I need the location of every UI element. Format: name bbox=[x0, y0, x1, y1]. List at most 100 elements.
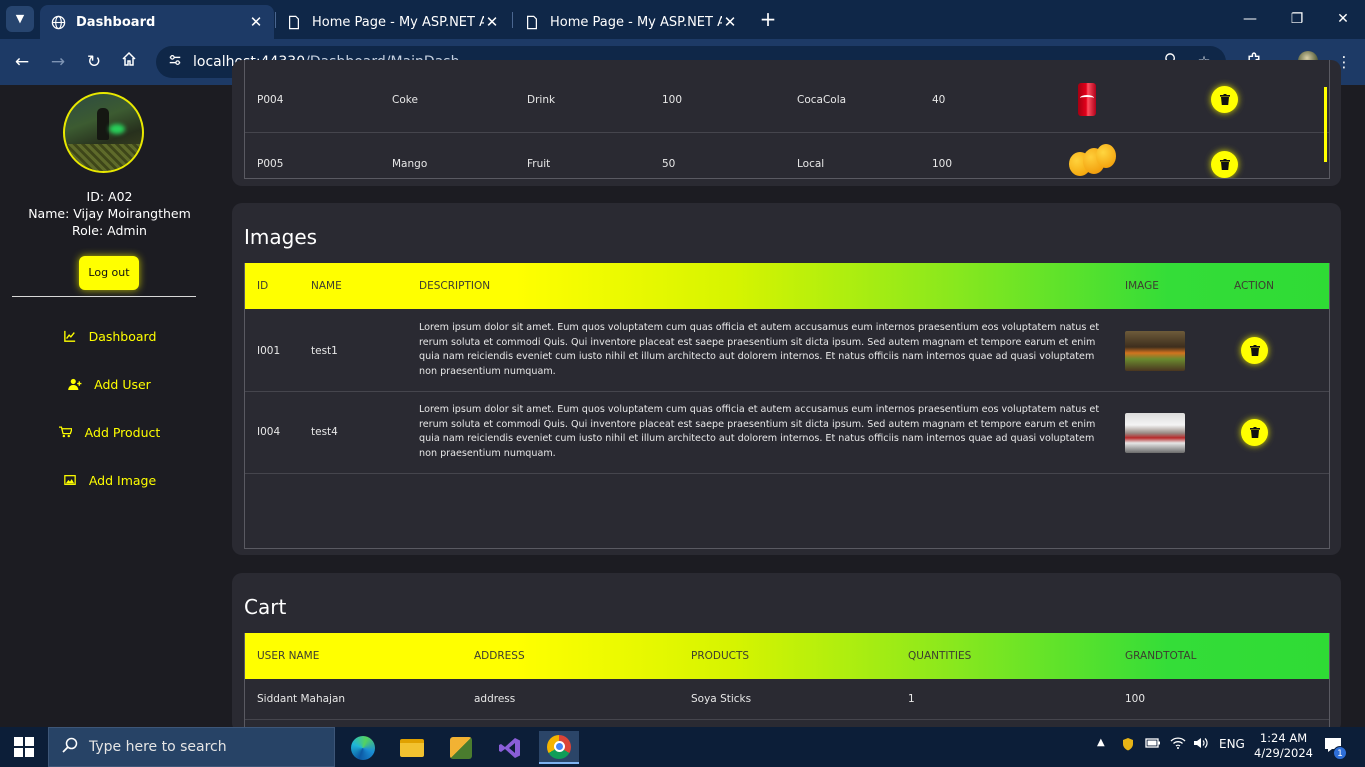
close-tab-icon[interactable]: ✕ bbox=[248, 13, 264, 31]
tab-dashboard[interactable]: Dashboard ✕ bbox=[40, 5, 274, 39]
trash-icon bbox=[1249, 345, 1260, 356]
language-indicator[interactable]: ENG bbox=[1219, 737, 1245, 751]
product-stock: 100 bbox=[932, 158, 953, 170]
chart-icon bbox=[63, 329, 77, 343]
product-brand: CocaCola bbox=[797, 94, 847, 106]
delete-product-button[interactable] bbox=[1211, 151, 1238, 178]
image-description: Lorem ipsum dolor sit amet. Eum quos vol… bbox=[419, 404, 1100, 459]
sidebar-item-add-user[interactable]: Add User bbox=[0, 372, 219, 396]
close-tab-icon[interactable]: ✕ bbox=[722, 13, 738, 31]
sidebar: ID: A02 Name: Vijay Moirangthem Role: Ad… bbox=[0, 85, 219, 727]
sidebar-item-add-product[interactable]: Add Product bbox=[0, 420, 219, 444]
browser-tab-strip: ▼ Dashboard ✕ Home Page - My ASP.NET App… bbox=[0, 0, 1365, 39]
cart-table: USER NAME ADDRESS PRODUCTS QUANTITIES GR… bbox=[244, 633, 1330, 733]
edge-app-icon[interactable] bbox=[343, 731, 383, 764]
user-role: Role: Admin bbox=[72, 223, 147, 238]
sidebar-divider bbox=[12, 296, 196, 297]
tab-title: Dashboard bbox=[76, 14, 156, 30]
cart-plus-icon bbox=[59, 425, 73, 439]
table-header: ID NAME DESCRIPTION IMAGE ACTION bbox=[245, 263, 1329, 309]
sidebar-item-label: Add User bbox=[94, 376, 151, 392]
col-products: PRODUCTS bbox=[691, 650, 750, 662]
mango-image bbox=[1069, 144, 1119, 178]
product-id: P004 bbox=[257, 94, 284, 106]
trash-icon bbox=[1249, 427, 1260, 438]
tab-search-button[interactable]: ▼ bbox=[6, 6, 34, 32]
col-image: IMAGE bbox=[1125, 280, 1159, 292]
window-close-icon[interactable]: ✕ bbox=[1331, 8, 1355, 30]
table-header: USER NAME ADDRESS PRODUCTS QUANTITIES GR… bbox=[245, 633, 1329, 679]
cart-address: address bbox=[474, 693, 516, 705]
product-id: P005 bbox=[257, 158, 284, 170]
home-icon[interactable] bbox=[118, 51, 140, 73]
table-scrollbar[interactable] bbox=[1324, 87, 1327, 162]
search-placeholder: Type here to search bbox=[89, 739, 227, 755]
visual-studio-icon[interactable] bbox=[490, 731, 530, 764]
product-category: Drink bbox=[527, 94, 556, 106]
sidebar-item-dashboard[interactable]: Dashboard bbox=[0, 324, 219, 348]
product-brand: Local bbox=[797, 158, 825, 170]
file-explorer-icon[interactable] bbox=[392, 731, 432, 764]
cart-quantities: 1 bbox=[908, 693, 915, 705]
image-icon bbox=[63, 473, 77, 487]
sidebar-item-add-image[interactable]: Add Image bbox=[0, 468, 219, 492]
security-icon[interactable] bbox=[1121, 737, 1135, 754]
delete-product-button[interactable] bbox=[1211, 86, 1238, 113]
col-description: DESCRIPTION bbox=[419, 280, 491, 292]
new-tab-button[interactable]: + bbox=[757, 8, 779, 30]
cart-grandtotal: 100 bbox=[1125, 693, 1146, 705]
col-action: ACTION bbox=[1234, 280, 1274, 292]
delete-image-button[interactable] bbox=[1241, 419, 1268, 446]
forward-arrow-icon[interactable]: → bbox=[47, 51, 69, 73]
tools-app-icon[interactable] bbox=[441, 731, 481, 764]
product-price: 50 bbox=[662, 158, 676, 170]
image-id: I004 bbox=[257, 426, 281, 438]
user-plus-icon bbox=[68, 377, 82, 391]
col-id: ID bbox=[257, 280, 269, 292]
products-table: P004 Coke Drink 100 CocaCola 40 P005 Man… bbox=[244, 60, 1330, 179]
minimize-icon[interactable]: — bbox=[1238, 8, 1262, 30]
col-address: ADDRESS bbox=[474, 650, 525, 662]
table-row: I004 test4 Lorem ipsum dolor sit amet. E… bbox=[245, 392, 1329, 474]
tab-divider bbox=[512, 12, 513, 28]
cart-title: Cart bbox=[244, 595, 287, 619]
restore-icon[interactable]: ❐ bbox=[1285, 8, 1309, 30]
battery-icon[interactable] bbox=[1145, 737, 1161, 752]
reload-icon[interactable]: ↻ bbox=[83, 51, 105, 73]
table-row: P005 Mango Fruit 50 Local 100 bbox=[245, 133, 1329, 178]
site-info-icon[interactable] bbox=[166, 53, 184, 71]
image-description: Lorem ipsum dolor sit amet. Eum quos vol… bbox=[419, 322, 1100, 377]
image-id: I001 bbox=[257, 345, 281, 357]
table-row: Siddant Mahajan address Soya Sticks 1 10… bbox=[245, 679, 1329, 720]
chrome-app-icon[interactable] bbox=[539, 731, 579, 764]
chevron-up-icon[interactable]: ▲ bbox=[1097, 737, 1105, 748]
windows-start-icon[interactable] bbox=[14, 737, 34, 757]
chevron-down-icon: ▼ bbox=[15, 12, 25, 25]
products-panel: P004 Coke Drink 100 CocaCola 40 P005 Man… bbox=[232, 60, 1341, 186]
col-quantities: QUANTITIES bbox=[908, 650, 972, 662]
image-name: test4 bbox=[311, 426, 338, 438]
taskbar-clock[interactable]: 1:24 AM 4/29/2024 bbox=[1251, 731, 1316, 761]
col-grandtotal: GRANDTOTAL bbox=[1125, 650, 1197, 662]
images-panel: Images ID NAME DESCRIPTION IMAGE ACTION … bbox=[232, 203, 1341, 555]
product-stock: 40 bbox=[932, 94, 946, 106]
logout-button[interactable]: Log out bbox=[79, 256, 139, 290]
cart-user-name: Siddant Mahajan bbox=[257, 693, 346, 705]
volume-icon[interactable] bbox=[1193, 737, 1209, 752]
product-price: 100 bbox=[662, 94, 683, 106]
tab-title: Home Page - My ASP.NET App bbox=[550, 14, 722, 30]
delete-image-button[interactable] bbox=[1241, 337, 1268, 364]
tab-home-page-1[interactable]: Home Page - My ASP.NET App ✕ bbox=[276, 5, 510, 39]
back-arrow-icon[interactable]: ← bbox=[11, 51, 33, 73]
images-table: ID NAME DESCRIPTION IMAGE ACTION I001 te… bbox=[244, 263, 1330, 549]
trash-icon bbox=[1219, 94, 1230, 105]
taskbar-search-box[interactable]: Type here to search bbox=[48, 727, 335, 767]
image-thumbnail bbox=[1125, 331, 1185, 371]
notification-badge: 1 bbox=[1333, 746, 1347, 760]
close-tab-icon[interactable]: ✕ bbox=[484, 13, 500, 31]
document-icon bbox=[524, 14, 540, 30]
wifi-icon[interactable] bbox=[1170, 737, 1186, 752]
tab-home-page-2[interactable]: Home Page - My ASP.NET App ✕ bbox=[514, 5, 748, 39]
document-icon bbox=[286, 14, 302, 30]
coke-can-image bbox=[1078, 83, 1096, 116]
